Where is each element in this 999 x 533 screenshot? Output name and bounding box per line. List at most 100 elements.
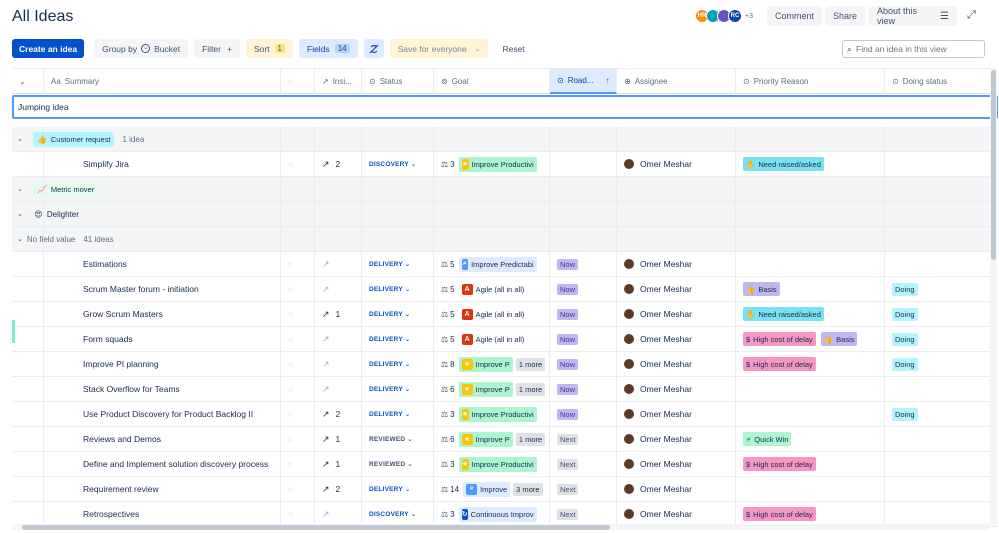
doing-status-cell[interactable]: [885, 477, 997, 501]
table-row[interactable]: Improve PI planning ◌ ↗ DELIVERY ⌄ ⚖ 8 ★ Improv…: [12, 352, 997, 377]
priority-cell[interactable]: $ High cost of delay: [736, 452, 885, 476]
idea-summary[interactable]: Define and Implement solution discovery …: [44, 459, 268, 469]
goal-tag[interactable]: ★ Improve Productivi: [458, 156, 537, 172]
goal-cell[interactable]: ⚖ 3 ★ Improve Productivi: [434, 452, 550, 476]
doing-status-cell[interactable]: [885, 452, 997, 476]
sort-button[interactable]: Sort 1: [245, 39, 293, 58]
priority-tag[interactable]: ⚡ Quick Win: [743, 432, 792, 446]
row-handle-cell[interactable]: [12, 327, 44, 351]
roadmap-cell[interactable]: Now: [550, 302, 617, 326]
filter-button[interactable]: Filter +: [194, 39, 240, 58]
status-lozenge[interactable]: DELIVERY ⌄: [369, 385, 410, 393]
comments-cell[interactable]: ◌: [281, 252, 315, 276]
goal-tag[interactable]: A Agile (all in all): [459, 282, 528, 297]
status-cell[interactable]: REVIEWED ⌄: [362, 427, 434, 451]
assignee-cell[interactable]: Omer Meshar: [617, 152, 736, 176]
roadmap-tag[interactable]: Next: [557, 508, 579, 520]
group-header-row[interactable]: ⌄ 😍 Delighter: [12, 202, 997, 227]
assignee-cell[interactable]: Omer Meshar: [617, 502, 736, 526]
goal-cell[interactable]: ⚖ 14 ⌕ Improve 3 more: [434, 477, 550, 501]
row-handle-cell[interactable]: [12, 152, 44, 176]
assignee-cell[interactable]: Omer Meshar: [617, 327, 736, 351]
chevron-down-icon[interactable]: ⌄: [17, 135, 23, 143]
comment-icon[interactable]: ◌: [288, 510, 293, 519]
insights-cell[interactable]: ↗: [315, 377, 362, 401]
status-lozenge[interactable]: DELIVERY ⌄: [369, 310, 410, 318]
row-handle-cell[interactable]: [12, 377, 44, 401]
column-assignee[interactable]: ⊕ Assignee: [617, 69, 736, 94]
avatar[interactable]: RC: [728, 9, 742, 23]
priority-tag[interactable]: ✋ Need raised/asked: [743, 157, 824, 171]
row-handle-cell[interactable]: [12, 452, 44, 476]
roadmap-cell[interactable]: [550, 152, 617, 176]
doing-status-cell[interactable]: [885, 427, 997, 451]
priority-cell[interactable]: ✋ Need raised/asked: [736, 152, 885, 176]
roadmap-cell[interactable]: Now: [550, 252, 617, 276]
roadmap-tag[interactable]: Next: [557, 458, 579, 470]
priority-tag[interactable]: 👍 Basis: [820, 332, 858, 346]
doing-status-cell[interactable]: Doing: [885, 352, 997, 376]
goal-tag[interactable]: ↻ Continuous Improv: [458, 506, 537, 522]
table-row[interactable]: Simplify Jira ◌ ↗ 2 DISCOVERY ⌄ ⚖ 3 ★ Improve Pr…: [12, 152, 997, 177]
assignee-cell[interactable]: Omer Meshar: [617, 377, 736, 401]
insights-cell[interactable]: ↗: [315, 252, 362, 276]
column-goal[interactable]: ⊚ Goal: [434, 69, 550, 94]
status-cell[interactable]: DELIVERY ⌄: [362, 477, 434, 501]
summary-cell[interactable]: Scrum Master forum - initiation: [44, 277, 281, 301]
avatars-more-count[interactable]: +3: [745, 13, 753, 20]
doing-status-cell[interactable]: Doing: [885, 402, 997, 426]
summary-cell[interactable]: Simplify Jira: [44, 152, 281, 176]
about-view-button[interactable]: About this view ☰: [869, 6, 957, 26]
goal-cell[interactable]: ⚖ 5 A Agile (all in all): [434, 327, 550, 351]
idea-summary[interactable]: Retrospectives: [44, 509, 139, 519]
doing-status-cell[interactable]: [885, 377, 997, 401]
idea-summary[interactable]: Scrum Master forum - initiation: [44, 284, 199, 294]
idea-summary[interactable]: Grow Scrum Masters: [44, 309, 163, 319]
row-handle-cell[interactable]: [12, 502, 44, 526]
priority-cell[interactable]: [736, 402, 885, 426]
doing-status-cell[interactable]: Doing: [885, 302, 997, 326]
summary-cell[interactable]: Form squads: [44, 327, 281, 351]
status-lozenge[interactable]: DELIVERY ⌄: [369, 410, 410, 418]
goal-more-badge[interactable]: 1 more: [515, 432, 546, 446]
status-cell[interactable]: DELIVERY ⌄: [362, 327, 434, 351]
group-label[interactable]: ⌄ 📈 Metric mover: [17, 177, 99, 201]
goal-cell[interactable]: ⚖ 3 ★ Improve Productivi: [434, 152, 550, 176]
doing-status-cell[interactable]: Doing: [885, 327, 997, 351]
idea-summary[interactable]: Reviews and Demos: [44, 434, 161, 444]
doing-status-cell[interactable]: Doing: [885, 277, 997, 301]
status-cell[interactable]: DELIVERY ⌄: [362, 252, 434, 276]
goal-more-badge[interactable]: 3 more: [513, 482, 543, 496]
goal-tag[interactable]: ★ Improve Productivi: [458, 456, 537, 472]
vertical-scrollbar[interactable]: [990, 68, 997, 524]
priority-tag[interactable]: ✋ Need raised/asked: [743, 307, 824, 321]
create-idea-button[interactable]: Create an idea: [12, 39, 85, 58]
expand-all-toggle[interactable]: ⌄: [12, 69, 44, 94]
goal-tag[interactable]: ★ Improve P: [458, 431, 513, 447]
insights-cell[interactable]: ↗ 2: [315, 477, 362, 501]
idea-summary[interactable]: Requirement review: [44, 484, 159, 494]
assignee-cell[interactable]: Omer Meshar: [617, 302, 736, 326]
table-row[interactable]: Grow Scrum Masters ◌ ↗ 1 DELIVERY ⌄ ⚖ 5 A Agile …: [12, 302, 997, 327]
comments-cell[interactable]: ◌: [281, 352, 315, 376]
status-cell[interactable]: DELIVERY ⌄: [362, 402, 434, 426]
priority-tag[interactable]: $ High cost of delay: [743, 357, 816, 371]
insights-cell[interactable]: ↗ 1: [315, 452, 362, 476]
summary-cell[interactable]: Define and Implement solution discovery …: [44, 452, 281, 476]
priority-cell[interactable]: $ High cost of delay: [736, 502, 885, 526]
priority-cell[interactable]: 👍 Basis: [736, 277, 885, 301]
comments-cell[interactable]: ◌: [281, 152, 315, 176]
summary-cell[interactable]: Improve PI planning: [44, 352, 281, 376]
comment-icon[interactable]: ◌: [288, 160, 293, 169]
status-lozenge[interactable]: DELIVERY ⌄: [369, 485, 410, 493]
priority-cell[interactable]: [736, 377, 885, 401]
roadmap-tag[interactable]: Now: [557, 383, 579, 395]
table-row[interactable]: Stack Overflow for Teams ◌ ↗ DELIVERY ⌄ ⚖ 6 ★ I…: [12, 377, 997, 402]
comment-icon[interactable]: ◌: [288, 410, 293, 419]
roadmap-tag[interactable]: Now: [557, 258, 579, 270]
assignee-cell[interactable]: Omer Meshar: [617, 277, 736, 301]
roadmap-cell[interactable]: Next: [550, 502, 617, 526]
roadmap-cell[interactable]: Now: [550, 277, 617, 301]
chevron-down-icon[interactable]: ⌄: [17, 235, 23, 243]
roadmap-tag[interactable]: Next: [557, 433, 579, 445]
